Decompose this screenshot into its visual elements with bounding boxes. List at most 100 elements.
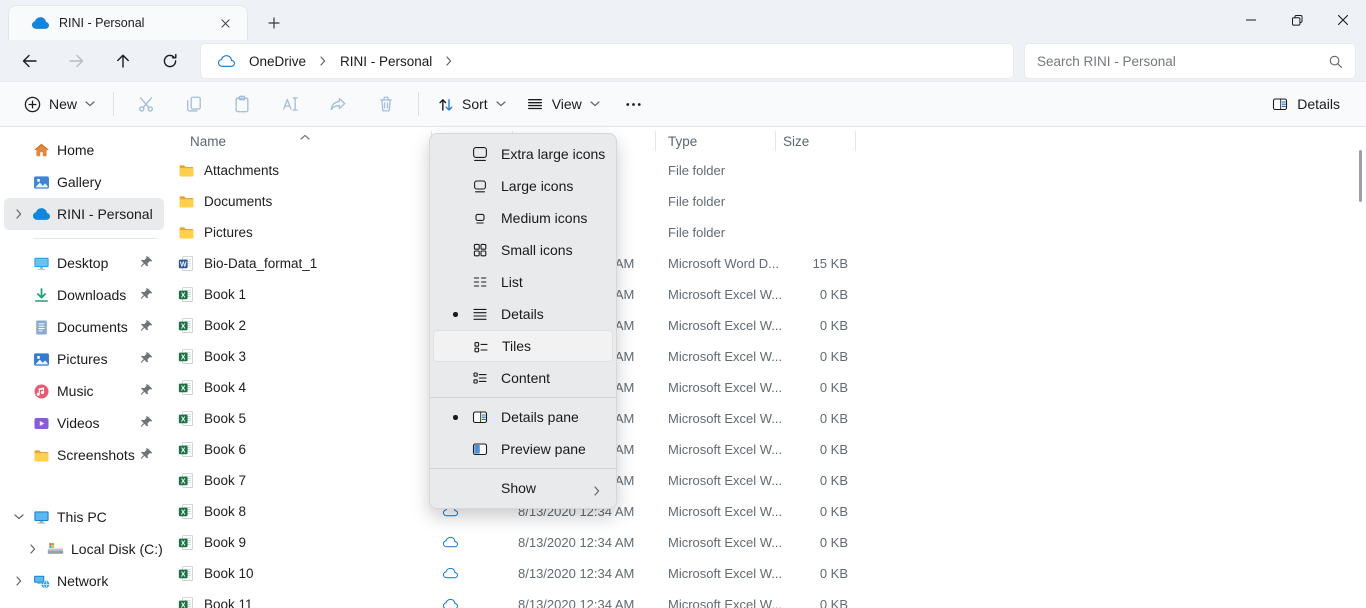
up-button[interactable]: [105, 44, 141, 78]
share-button[interactable]: [318, 87, 358, 121]
table-row[interactable]: XBook 58/13/2020 12:34 AMMicrosoft Excel…: [170, 403, 1366, 434]
table-row[interactable]: DocumentsFile folder: [170, 186, 1366, 217]
chevron-down-icon: [590, 101, 600, 107]
menu-item-small-icons[interactable]: Small icons: [433, 234, 613, 266]
menu-item-show[interactable]: Show: [433, 472, 613, 504]
svg-text:X: X: [181, 354, 186, 361]
chevron-down-icon[interactable]: [10, 514, 28, 520]
sidebar-item-downloads[interactable]: Downloads: [4, 279, 164, 311]
menu-item-extra-large-icons[interactable]: Extra large icons: [433, 138, 613, 170]
delete-button[interactable]: [366, 87, 406, 121]
svg-text:X: X: [181, 323, 186, 330]
table-row[interactable]: XBook 38/13/2020 12:34 AMMicrosoft Excel…: [170, 341, 1366, 372]
view-label: View: [552, 96, 582, 112]
sidebar-item-network[interactable]: Network: [4, 565, 164, 597]
details-pane-icon: [471, 408, 489, 426]
menu-item-medium-icons[interactable]: Medium icons: [433, 202, 613, 234]
breadcrumb-onedrive[interactable]: OneDrive: [243, 51, 312, 72]
pin-icon: [139, 383, 154, 398]
type-cell: File folder: [655, 163, 775, 178]
table-row[interactable]: PicturesFile folder: [170, 217, 1366, 248]
table-row[interactable]: XBook 108/13/2020 12:34 AMMicrosoft Exce…: [170, 558, 1366, 589]
sort-button[interactable]: Sort: [427, 87, 516, 121]
search-input[interactable]: [1037, 54, 1328, 69]
details-pane-button[interactable]: Details: [1261, 87, 1350, 121]
table-row[interactable]: XBook 78/13/2020 12:34 AMMicrosoft Excel…: [170, 465, 1366, 496]
menu-item-details-pane[interactable]: Details pane: [433, 401, 613, 433]
type-cell: Microsoft Excel W...: [655, 473, 775, 488]
chevron-right-icon[interactable]: [10, 209, 28, 219]
breadcrumb[interactable]: OneDrive RINI - Personal: [200, 43, 1014, 79]
more-options-button[interactable]: [614, 87, 654, 121]
table-row[interactable]: XBook 88/13/2020 12:34 AMMicrosoft Excel…: [170, 496, 1366, 527]
file-name: Book 3: [204, 349, 246, 364]
type-cell: Microsoft Excel W...: [655, 411, 775, 426]
size-cell: 0 KB: [775, 380, 855, 395]
sidebar-item-gallery[interactable]: Gallery: [4, 166, 164, 198]
sidebar-item-screenshots[interactable]: Screenshots: [4, 439, 164, 471]
rename-button[interactable]: [270, 87, 310, 121]
table-row[interactable]: XBook 48/13/2020 12:34 AMMicrosoft Excel…: [170, 372, 1366, 403]
table-row[interactable]: AttachmentsFile folder: [170, 155, 1366, 186]
svg-text:X: X: [181, 447, 186, 454]
view-button[interactable]: View: [516, 87, 610, 121]
menu-item-label: Show: [501, 480, 536, 496]
table-row[interactable]: XBook 98/13/2020 12:34 AMMicrosoft Excel…: [170, 527, 1366, 558]
sidebar-item-music[interactable]: Music: [4, 375, 164, 407]
onedrive-sync-icon: [218, 53, 235, 70]
chevron-right-icon: [320, 56, 326, 66]
menu-item-tiles[interactable]: Tiles: [433, 330, 613, 362]
breadcrumb-current[interactable]: RINI - Personal: [334, 51, 438, 72]
paste-button[interactable]: [222, 87, 262, 121]
restore-button[interactable]: [1274, 0, 1320, 40]
column-separator[interactable]: [855, 131, 856, 151]
column-header-size[interactable]: Size: [783, 134, 809, 149]
sidebar-item-rini-personal[interactable]: RINI - Personal: [4, 198, 164, 230]
sidebar-item-local-disk-c-[interactable]: Local Disk (C:): [4, 533, 164, 565]
new-tab-button[interactable]: [260, 9, 288, 37]
sidebar-item-videos[interactable]: Videos: [4, 407, 164, 439]
cut-button[interactable]: [126, 87, 166, 121]
refresh-button[interactable]: [152, 44, 188, 78]
column-separator[interactable]: [775, 131, 776, 151]
close-button[interactable]: [1320, 0, 1366, 40]
menu-item-content[interactable]: Content: [433, 362, 613, 394]
search-box[interactable]: [1024, 43, 1356, 79]
chevron-right-icon[interactable]: [10, 576, 28, 586]
file-name-cell: Documents: [170, 193, 431, 210]
back-button[interactable]: [11, 44, 47, 78]
table-row[interactable]: XBook 18/13/2020 12:34 AMMicrosoft Excel…: [170, 279, 1366, 310]
table-row[interactable]: XBook 68/13/2020 12:34 AMMicrosoft Excel…: [170, 434, 1366, 465]
column-separator[interactable]: [655, 131, 656, 151]
sidebar-item-desktop[interactable]: Desktop: [4, 247, 164, 279]
forward-button[interactable]: [58, 44, 94, 78]
type-cell: Microsoft Excel W...: [655, 318, 775, 333]
new-button[interactable]: New: [14, 87, 105, 121]
explorer-tab[interactable]: RINI - Personal: [8, 5, 248, 40]
excel-icon: X: [178, 534, 195, 551]
column-header-type[interactable]: Type: [668, 134, 697, 149]
file-name: Pictures: [204, 225, 253, 240]
table-row[interactable]: XBook 28/13/2020 12:34 AMMicrosoft Excel…: [170, 310, 1366, 341]
sidebar-item-home[interactable]: Home: [4, 134, 164, 166]
menu-item-large-icons[interactable]: Large icons: [433, 170, 613, 202]
selected-bullet-icon: [453, 415, 458, 420]
sidebar-item-pictures[interactable]: Pictures: [4, 343, 164, 375]
menu-item-list[interactable]: List: [433, 266, 613, 298]
table-row[interactable]: XBook 118/13/2020 12:34 AMMicrosoft Exce…: [170, 589, 1366, 608]
chevron-right-icon[interactable]: [24, 544, 42, 554]
copy-button[interactable]: [174, 87, 214, 121]
minimize-button[interactable]: [1228, 0, 1274, 40]
pin-icon: [139, 319, 154, 334]
type-cell: Microsoft Excel W...: [655, 442, 775, 457]
menu-item-details[interactable]: Details: [433, 298, 613, 330]
menu-item-preview-pane[interactable]: Preview pane: [433, 433, 613, 465]
documents-icon: [33, 319, 50, 336]
tab-close-icon[interactable]: [213, 11, 237, 35]
vertical-scrollbar[interactable]: [1359, 150, 1362, 202]
sidebar-item-documents[interactable]: Documents: [4, 311, 164, 343]
column-header-name[interactable]: Name: [190, 134, 226, 149]
table-row[interactable]: WBio-Data_format_18/13/2020 12:34 AMMicr…: [170, 248, 1366, 279]
sidebar-item-this-pc[interactable]: This PC: [4, 501, 164, 533]
file-name-cell: XBook 7: [170, 472, 431, 489]
